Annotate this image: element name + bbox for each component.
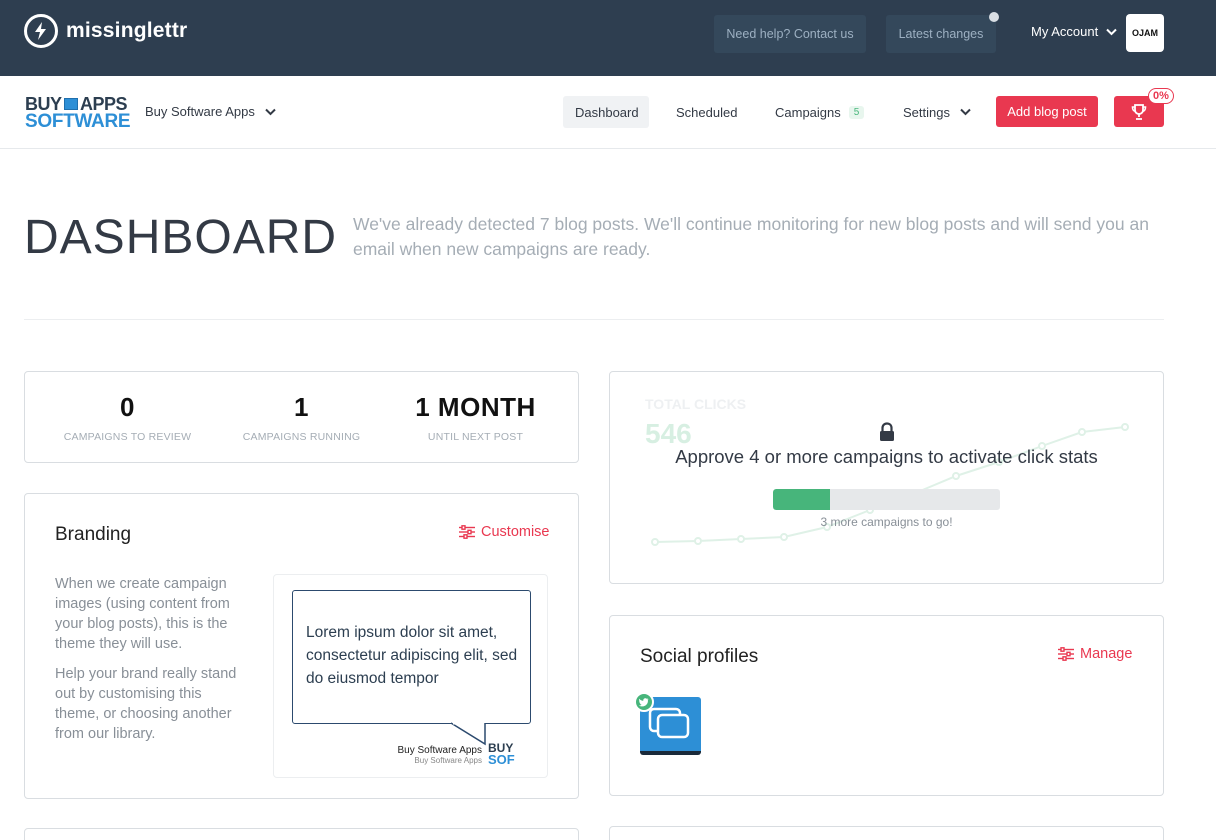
profile-logo-icon [648,707,690,739]
chevron-down-icon [1106,28,1117,35]
my-account-menu[interactable]: My Account [1031,24,1117,39]
bubble-tail [450,722,486,746]
social-profiles-title: Social profiles [640,646,759,667]
stat-until-next-post: 1 MONTH UNTIL NEXT POST [383,392,568,443]
chevron-down-icon [265,108,276,115]
preview-brand: Buy Software Apps Buy Software Apps [398,745,483,765]
page-intro: We've already detected 7 blog posts. We'… [353,214,1149,259]
stat-label: UNTIL NEXT POST [427,431,524,443]
progress-badge: 0% [1148,88,1174,104]
lock-icon [880,422,894,441]
sliders-icon [1058,647,1074,661]
sliders-icon [459,525,475,539]
nav-campaigns[interactable]: Campaigns 5 [775,96,865,128]
branding-desc-p1: When we create campaign images (using co… [55,576,230,652]
notification-dot [989,12,999,22]
org-logo[interactable]: BUY APPS SOFTWARE [25,95,131,132]
stat-campaigns-running: 1 CAMPAIGNS RUNNING [209,392,394,443]
total-clicks-label: TOTAL CLICKS [645,396,747,412]
stat-value: 1 MONTH [415,392,536,422]
app-brand[interactable]: missinglettr [24,14,187,48]
theme-preview[interactable]: Lorem ipsum dolor sit amet, consectetur … [273,574,548,778]
manage-label: Manage [1080,646,1133,662]
divider [24,319,1164,320]
branding-title: Branding [55,524,132,545]
click-stats-card: TOTAL CLICKS 546 Approve 4 or more campa… [609,371,1164,584]
stat-value: 0 [120,392,135,422]
stat-value: 1 [294,392,309,422]
lightning-logo-icon [24,14,58,48]
stat-campaigns-to-review: 0 CAMPAIGNS TO REVIEW [35,392,220,443]
nav-dashboard[interactable]: Dashboard [563,96,649,128]
top-bar: missinglettr Need help? Contact us Lates… [0,0,1216,76]
branding-card: Branding Customise When we create campai… [24,493,579,799]
approve-message: Approve 4 or more campaigns to activate … [675,446,1098,467]
chevron-down-icon [960,108,971,116]
next-card-left [24,828,579,840]
preview-text: Lorem ipsum dolor sit amet, consectetur … [306,624,518,687]
preview-speech-bubble: Lorem ipsum dolor sit amet, consectetur … [292,590,531,724]
campaigns-count-badge: 5 [848,105,865,119]
nav-campaigns-label: Campaigns [775,104,841,120]
help-contact-button[interactable]: Need help? Contact us [714,15,866,53]
customise-link[interactable]: Customise [459,524,550,540]
preview-logo-line2: SOF [488,751,515,767]
campaign-progress-bar [773,489,1000,510]
nav-settings-label: Settings [903,104,950,120]
stat-label: CAMPAIGNS RUNNING [242,431,361,443]
stat-label: CAMPAIGNS TO REVIEW [63,431,192,443]
nav-settings[interactable]: Settings [903,96,971,128]
my-account-label: My Account [1031,24,1099,39]
app-name: missinglettr [66,19,188,42]
twitter-icon [634,692,654,712]
progress-note: 3 more campaigns to go! [820,515,953,529]
page-title: DASHBOARD [24,211,338,264]
manage-link[interactable]: Manage [1058,646,1132,662]
latest-changes-button[interactable]: Latest changes [886,15,996,53]
nav-scheduled[interactable]: Scheduled [676,96,737,128]
next-card-right [609,826,1164,840]
avatar[interactable]: OJAM [1126,14,1164,52]
preview-brand-name: Buy Software Apps [397,745,483,756]
org-name: Buy Software Apps [145,104,255,119]
stats-card: 0 CAMPAIGNS TO REVIEW 1 CAMPAIGNS RUNNIN… [24,371,579,463]
preview-brand-sub: Buy Software Apps [414,756,482,765]
branding-desc-p2: Help your brand really stand out by cust… [55,666,237,742]
customise-label: Customise [481,524,550,540]
branding-description: When we create campaign images (using co… [55,574,250,744]
trophy-icon [1131,103,1147,120]
org-switcher[interactable]: Buy Software Apps [145,104,276,119]
org-logo-box-icon [63,98,78,110]
campaign-progress-fill [773,489,830,510]
social-profiles-card: Social profiles Manage [609,615,1164,796]
preview-logo: BUY SOF [488,742,515,767]
nav-bar: BUY APPS SOFTWARE Buy Software Apps Dashb… [0,76,1216,149]
add-blog-post-button[interactable]: Add blog post [996,96,1098,127]
org-logo-software: SOFTWARE [25,111,131,132]
